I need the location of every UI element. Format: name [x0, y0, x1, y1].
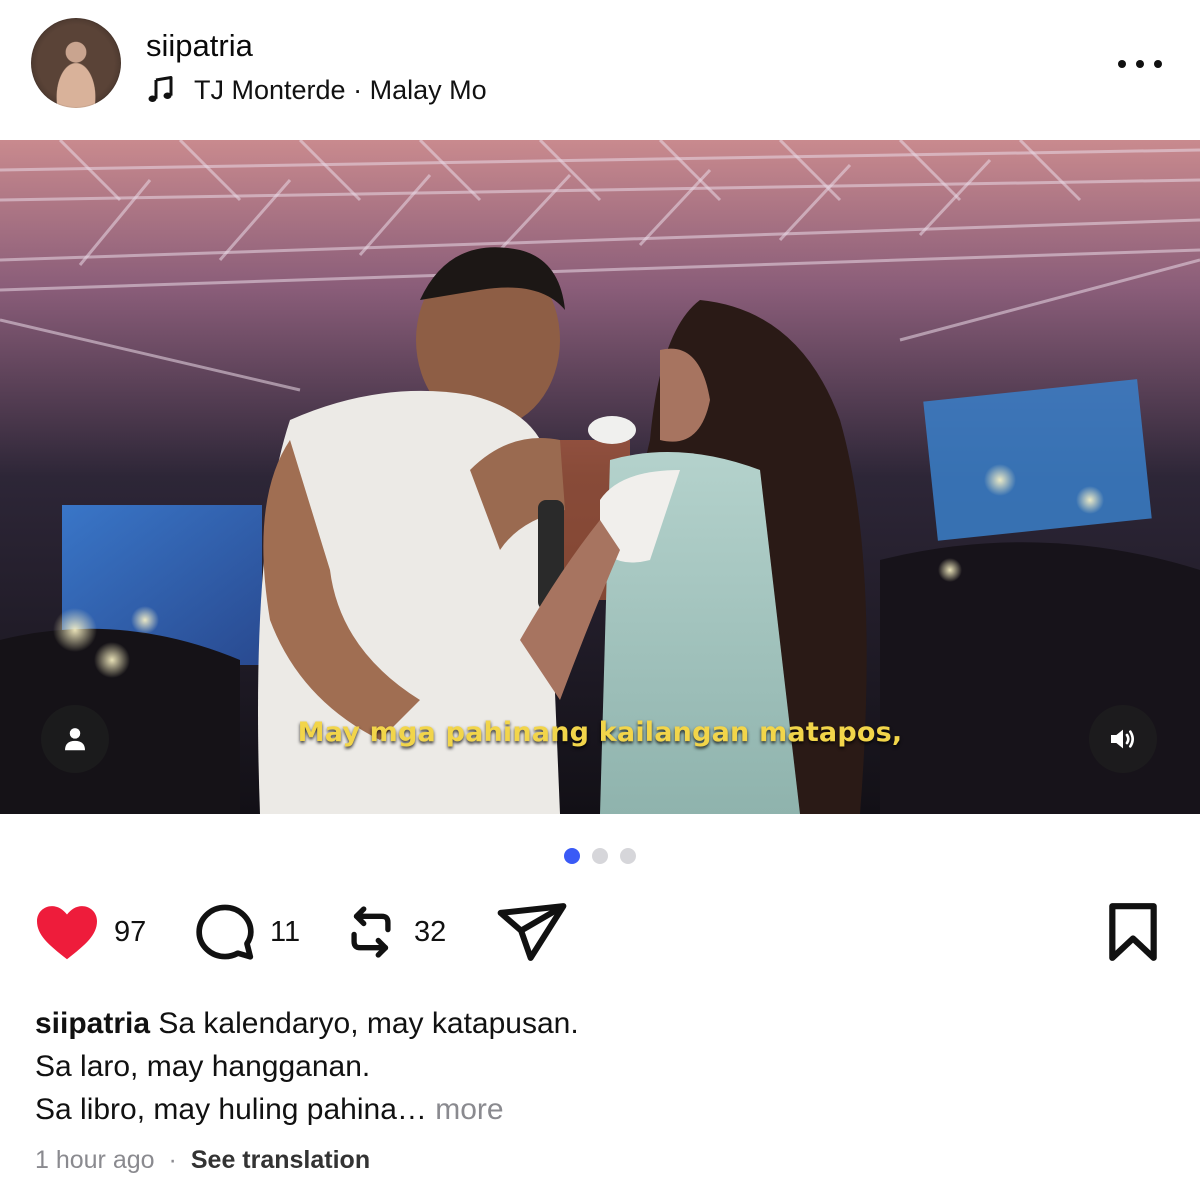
carousel-dot[interactable]: [620, 848, 636, 864]
music-separator: ·: [353, 74, 363, 105]
bookmark-icon: [1109, 903, 1157, 961]
video-subtitle: May mga pahinang kailangan matapos,: [297, 717, 903, 748]
caption-line-3: Sa libro, may huling pahina…: [35, 1093, 427, 1126]
see-translation-link[interactable]: See translation: [191, 1146, 370, 1175]
post-caption: siipatria Sa kalendaryo, may katapusan. …: [35, 1002, 1165, 1131]
concert-photo: [0, 140, 1200, 814]
music-song: Malay Mo: [369, 74, 487, 105]
like-count: 97: [114, 915, 147, 948]
comment-icon: [196, 904, 254, 960]
like-button[interactable]: 97: [34, 900, 146, 964]
send-icon: [497, 903, 567, 961]
post-meta: 1 hour ago · See translation: [35, 1146, 370, 1175]
post-media[interactable]: [0, 140, 1200, 814]
comment-count: 11: [270, 915, 301, 948]
meta-separator: ·: [168, 1146, 177, 1174]
more-options-button[interactable]: [1118, 52, 1162, 76]
post-username[interactable]: siipatria: [146, 28, 253, 64]
share-button[interactable]: [496, 900, 568, 964]
save-button[interactable]: [1106, 900, 1160, 964]
avatar[interactable]: [31, 18, 121, 108]
carousel-indicator: [564, 848, 636, 864]
repost-count: 32: [414, 915, 447, 948]
post-timestamp: 1 hour ago: [35, 1146, 155, 1174]
music-attribution[interactable]: TJ Monterde · Malay Mo: [146, 73, 487, 107]
caption-line-1: Sa kalendaryo, may katapusan.: [158, 1007, 579, 1040]
comment-button[interactable]: 11: [194, 900, 300, 964]
carousel-dot[interactable]: [592, 848, 608, 864]
repost-button[interactable]: 32: [342, 900, 446, 964]
caption-more-link[interactable]: more: [435, 1093, 503, 1126]
music-note-icon: [148, 76, 173, 102]
heart-icon: [37, 906, 97, 960]
action-bar: 97 11 32: [0, 900, 1200, 964]
caption-line-2: Sa laro, may hangganan.: [35, 1050, 371, 1083]
carousel-dot-active[interactable]: [564, 848, 580, 864]
music-artist: TJ Monterde: [194, 74, 346, 105]
more-horizontal-icon: [1118, 60, 1126, 68]
repost-icon: [351, 906, 391, 958]
caption-username[interactable]: siipatria: [35, 1007, 150, 1040]
post-header: siipatria TJ Monterde · Malay Mo: [0, 0, 1200, 140]
